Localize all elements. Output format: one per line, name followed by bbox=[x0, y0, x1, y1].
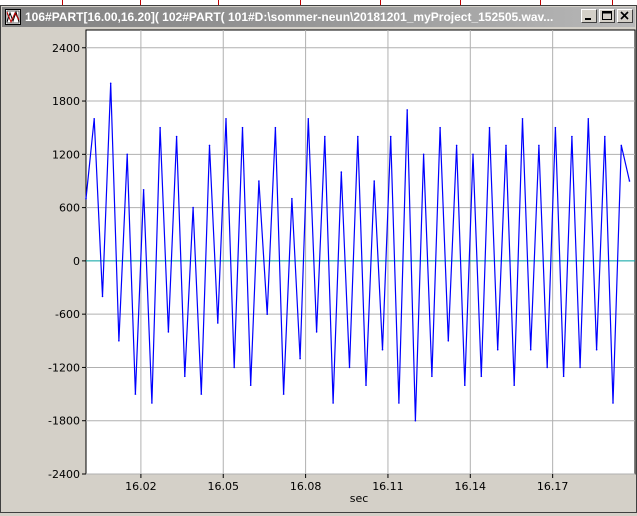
signal-point bbox=[126, 153, 128, 156]
y-tick-label: -1800 bbox=[48, 415, 80, 428]
signal-point bbox=[464, 384, 466, 387]
close-button[interactable] bbox=[617, 9, 633, 23]
signal-point bbox=[612, 402, 614, 404]
close-icon bbox=[620, 11, 629, 20]
signal-point bbox=[109, 82, 112, 85]
x-axis-label: sec bbox=[350, 492, 369, 505]
signal-point bbox=[398, 402, 400, 404]
signal-point bbox=[315, 331, 318, 333]
y-tick-label: -2400 bbox=[48, 468, 80, 481]
signal-point bbox=[381, 348, 384, 351]
plot-area[interactable]: 2400 1800 1200 600 0 -600 -1200 -1800 -2400 16.0… bbox=[2, 28, 636, 512]
signal-point bbox=[249, 384, 252, 387]
signal-point bbox=[579, 366, 581, 369]
signal-point bbox=[587, 118, 590, 120]
signal-point bbox=[266, 313, 269, 316]
signal-point bbox=[282, 393, 285, 395]
signal-point bbox=[595, 348, 598, 351]
signal-point bbox=[167, 331, 170, 333]
y-tick-label: 1200 bbox=[52, 148, 80, 161]
x-tick-label: 16.02 bbox=[125, 480, 157, 493]
signal-point bbox=[357, 135, 359, 138]
signal-point bbox=[85, 197, 87, 200]
signal-point bbox=[101, 295, 104, 298]
plot-window: 106#PART[16.00,16.20]( 102#PART( 101#D:\… bbox=[0, 5, 637, 513]
y-tick-label: -1200 bbox=[48, 361, 80, 374]
minimize-button[interactable] bbox=[581, 9, 597, 23]
signal-point bbox=[529, 348, 532, 351]
signal-point bbox=[406, 109, 409, 111]
signal-point bbox=[488, 126, 491, 129]
maximize-icon bbox=[602, 11, 612, 20]
maximize-button[interactable] bbox=[599, 9, 615, 23]
signal-point bbox=[332, 402, 334, 404]
signal-point bbox=[151, 402, 153, 404]
x-tick-label: 16.14 bbox=[455, 480, 487, 493]
signal-point bbox=[241, 126, 244, 129]
signal-point bbox=[175, 135, 178, 138]
signal-point bbox=[538, 144, 540, 147]
signal-point bbox=[620, 144, 623, 147]
signal-point bbox=[225, 118, 227, 120]
signal-point bbox=[571, 135, 573, 138]
x-tick-label: 16.17 bbox=[537, 480, 569, 493]
signal-point bbox=[628, 180, 631, 182]
signal-point bbox=[233, 366, 235, 369]
x-tick-label: 16.08 bbox=[290, 480, 322, 493]
signal-point bbox=[496, 348, 499, 351]
signal-point bbox=[348, 366, 351, 369]
signal-point bbox=[159, 126, 161, 129]
signal-point bbox=[480, 375, 483, 378]
signal-point bbox=[192, 206, 194, 209]
waveform-chart[interactable]: 2400 1800 1200 600 0 -600 -1200 -1800 -2400 16.0… bbox=[2, 28, 636, 512]
y-tick-label: 1800 bbox=[52, 95, 80, 108]
signal-point bbox=[365, 384, 367, 387]
signal-point bbox=[93, 118, 95, 120]
signal-point bbox=[373, 180, 376, 182]
y-tick-label: 0 bbox=[73, 255, 80, 268]
title-bar[interactable]: 106#PART[16.00,16.20]( 102#PART( 101#D:\… bbox=[2, 7, 635, 27]
x-tick-label: 16.05 bbox=[208, 480, 240, 493]
x-tick-label: 16.11 bbox=[372, 480, 404, 493]
y-tick-label: 600 bbox=[59, 202, 80, 215]
signal-point bbox=[521, 118, 524, 120]
signal-point bbox=[340, 171, 343, 173]
signal-point bbox=[604, 135, 606, 138]
signal-point bbox=[208, 144, 211, 147]
signal-point bbox=[299, 357, 301, 360]
window-title: 106#PART[16.00,16.20]( 102#PART( 101#D:\… bbox=[25, 10, 554, 24]
signal-point bbox=[258, 180, 260, 182]
signal-point bbox=[324, 135, 326, 138]
y-tick-label: -600 bbox=[55, 308, 80, 321]
signal-point bbox=[217, 322, 219, 324]
y-tick-label: 2400 bbox=[52, 42, 80, 55]
signal-point bbox=[389, 135, 392, 138]
signal-point bbox=[431, 375, 433, 378]
waveform-app-icon[interactable] bbox=[5, 9, 21, 25]
minimize-icon bbox=[585, 18, 591, 20]
signal-point bbox=[291, 197, 293, 200]
signal-point bbox=[274, 126, 277, 129]
signal-point bbox=[554, 126, 557, 129]
signal-point bbox=[422, 153, 425, 156]
signal-point bbox=[118, 340, 120, 342]
signal-point bbox=[505, 144, 507, 147]
signal-point bbox=[142, 189, 145, 191]
signal-point bbox=[472, 153, 474, 156]
signal-point bbox=[200, 393, 203, 395]
signal-point bbox=[134, 393, 137, 395]
signal-point bbox=[414, 419, 417, 422]
signal-point bbox=[307, 118, 310, 120]
signal-point bbox=[455, 144, 458, 147]
signal-point bbox=[513, 384, 515, 387]
signal-point bbox=[546, 366, 548, 369]
signal-point bbox=[184, 375, 186, 378]
signal-point bbox=[447, 340, 450, 342]
signal-point bbox=[562, 375, 565, 378]
signal-point bbox=[439, 126, 441, 129]
